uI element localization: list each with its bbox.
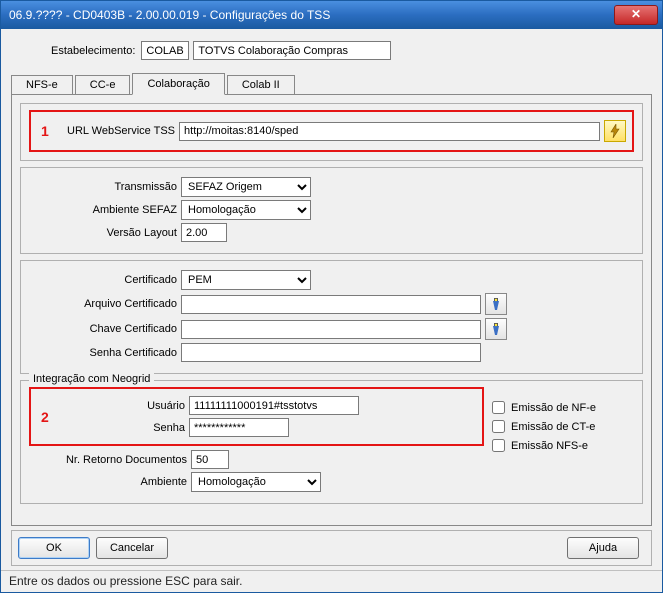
establishment-desc-input[interactable] (193, 41, 391, 60)
transmissao-select[interactable]: SEFAZ Origem (181, 177, 311, 197)
chave-certificado-input[interactable] (181, 320, 481, 339)
flashlight-icon (489, 322, 503, 336)
tab-colaboracao[interactable]: Colaboração (132, 73, 224, 95)
window-frame: 06.9.???? - CD0403B - 2.00.00.019 - Conf… (0, 0, 663, 593)
usuario-input[interactable] (189, 396, 359, 415)
establishment-row: Estabelecimento: (51, 41, 652, 60)
establishment-label: Estabelecimento: (51, 45, 135, 57)
ambiente-neogrid-label: Ambiente (29, 476, 187, 488)
establishment-code-input[interactable] (141, 41, 189, 60)
ok-button[interactable]: OK (18, 537, 90, 559)
window-title: 06.9.???? - CD0403B - 2.00.00.019 - Conf… (9, 8, 614, 22)
flashlight-icon (489, 297, 503, 311)
annotation-box-1: 1 URL WebService TSS (29, 110, 634, 152)
usuario-label: Usuário (67, 400, 185, 412)
emissao-cte-label: Emissão de CT-e (511, 421, 595, 433)
certificado-label: Certificado (29, 274, 177, 286)
tab-strip: NFS-e CC-e Colaboração Colab II (11, 72, 652, 94)
status-text: Entre os dados ou pressione ESC para sai… (9, 574, 242, 588)
content-area: Estabelecimento: NFS-e CC-e Colaboração … (1, 29, 662, 570)
certificado-select[interactable]: PEM (181, 270, 311, 290)
transmissao-group: Transmissão SEFAZ Origem Ambiente SEFAZ … (20, 167, 643, 254)
titlebar: 06.9.???? - CD0403B - 2.00.00.019 - Conf… (1, 1, 662, 29)
close-icon: ✕ (631, 7, 641, 21)
neogrid-group: Integração com Neogrid 2 Usuário (20, 380, 643, 504)
senha-certificado-input[interactable] (181, 343, 481, 362)
emissao-nfe-label: Emissão de NF-e (511, 402, 596, 414)
button-bar: OK Cancelar Ajuda (11, 530, 652, 566)
nr-retorno-label: Nr. Retorno Documentos (29, 454, 187, 466)
transmissao-label: Transmissão (29, 181, 177, 193)
url-group: 1 URL WebService TSS (20, 103, 643, 161)
ambiente-sefaz-label: Ambiente SEFAZ (29, 204, 177, 216)
annotation-box-2: 2 Usuário Senha (29, 387, 484, 446)
annotation-number-1: 1 (41, 123, 49, 139)
browse-chave-button[interactable] (485, 318, 507, 340)
cancel-button[interactable]: Cancelar (96, 537, 168, 559)
senha-neogrid-label: Senha (67, 422, 185, 434)
tab-body-colaboracao: 1 URL WebService TSS Transmiss (11, 94, 652, 526)
certificado-group: Certificado PEM Arquivo Certificado (20, 260, 643, 374)
emissao-nfse-checkbox[interactable] (492, 439, 505, 452)
lightning-icon (609, 124, 621, 138)
ambiente-neogrid-select[interactable]: Homologação (191, 472, 321, 492)
nr-retorno-input[interactable] (191, 450, 229, 469)
versao-layout-input[interactable] (181, 223, 227, 242)
neogrid-group-title: Integração com Neogrid (29, 373, 154, 385)
url-webservice-input[interactable] (179, 122, 600, 141)
arquivo-certificado-input[interactable] (181, 295, 481, 314)
tab-colab2[interactable]: Colab II (227, 75, 295, 95)
ambiente-sefaz-select[interactable]: Homologação (181, 200, 311, 220)
url-row: URL WebService TSS (67, 120, 626, 142)
browse-arquivo-button[interactable] (485, 293, 507, 315)
tab-nfse[interactable]: NFS-e (11, 75, 73, 95)
tab-cce[interactable]: CC-e (75, 75, 131, 95)
annotation-number-2: 2 (41, 409, 49, 425)
versao-layout-label: Versão Layout (29, 227, 177, 239)
test-connection-button[interactable] (604, 120, 626, 142)
arquivo-certificado-label: Arquivo Certificado (29, 298, 177, 310)
emissao-cte-checkbox[interactable] (492, 420, 505, 433)
chave-certificado-label: Chave Certificado (29, 323, 177, 335)
emissao-nfse-label: Emissão NFS-e (511, 440, 588, 452)
close-button[interactable]: ✕ (614, 5, 658, 25)
status-bar: Entre os dados ou pressione ESC para sai… (1, 570, 662, 592)
senha-certificado-label: Senha Certificado (29, 347, 177, 359)
emissao-nfe-checkbox[interactable] (492, 401, 505, 414)
url-label: URL WebService TSS (67, 125, 175, 137)
help-button[interactable]: Ajuda (567, 537, 639, 559)
senha-neogrid-input[interactable] (189, 418, 289, 437)
